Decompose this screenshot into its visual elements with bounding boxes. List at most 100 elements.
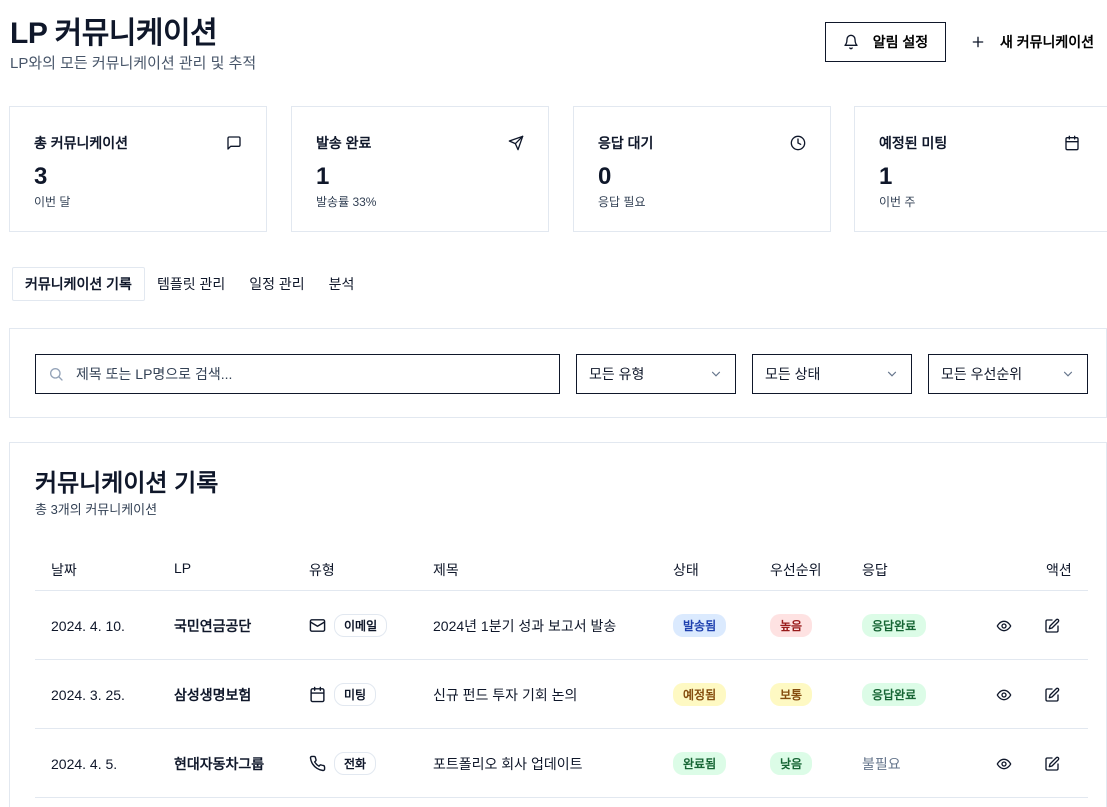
stat-sub: 이번 달 xyxy=(34,195,71,209)
status-badge: 완료됨 xyxy=(673,752,727,775)
alert-settings-label: 알림 설정 xyxy=(872,34,929,50)
edit-button[interactable] xyxy=(1044,660,1060,729)
view-button[interactable] xyxy=(996,729,1012,798)
col-title: 제목 xyxy=(433,562,459,578)
type-filter-select[interactable]: 모든 유형 xyxy=(576,354,736,394)
row-title: 포트폴리오 회사 업데이트 xyxy=(433,755,583,772)
tab-records[interactable]: 커뮤니케이션 기록 xyxy=(12,267,145,301)
row-title: 신규 펀드 투자 기회 논의 xyxy=(433,686,578,703)
stat-value: 3 xyxy=(34,163,48,190)
priority-filter-select[interactable]: 모든 우선순위 xyxy=(928,354,1088,394)
edit-icon xyxy=(1044,618,1060,634)
stat-value: 1 xyxy=(879,163,893,190)
stat-card-sent: 발송 완료 1 발송률 33% xyxy=(291,106,549,232)
chevron-down-icon xyxy=(885,367,899,381)
col-priority: 우선순위 xyxy=(770,562,822,578)
row-response-cell: 응답완료 xyxy=(862,660,927,729)
calendar-icon xyxy=(1064,135,1080,151)
col-status: 상태 xyxy=(673,562,699,578)
stat-label: 예정된 미팅 xyxy=(879,135,948,151)
page-title: LP 커뮤니케이션 xyxy=(10,17,218,50)
type-badge: 미팅 xyxy=(334,683,377,706)
table-header: 날짜 LP 유형 제목 상태 우선순위 응답 액션 xyxy=(35,547,1088,591)
row-status-cell: 발송됨 xyxy=(673,591,727,660)
tab-analytics[interactable]: 분석 xyxy=(317,267,367,301)
stat-label: 총 커뮤니케이션 xyxy=(34,135,129,151)
view-button[interactable] xyxy=(996,591,1012,660)
row-title: 2024년 1분기 성과 보고서 발송 xyxy=(433,617,617,634)
priority-badge: 높음 xyxy=(770,614,813,637)
tab-list: 커뮤니케이션 기록 템플릿 관리 일정 관리 분석 xyxy=(12,267,366,301)
row-date: 2024. 4. 10. xyxy=(51,617,125,634)
new-communication-label: 새 커뮤니케이션 xyxy=(1000,34,1095,50)
row-response: 불필요 xyxy=(862,755,901,772)
table-row: 2024. 4. 10. 국민연금공단 이메일 2024년 1분기 성과 보고서… xyxy=(35,591,1088,660)
edit-icon xyxy=(1044,756,1060,772)
page-subtitle: LP와의 모든 커뮤니케이션 관리 및 추적 xyxy=(10,55,257,72)
view-button[interactable] xyxy=(996,660,1012,729)
bell-icon xyxy=(843,34,859,50)
col-response: 응답 xyxy=(862,562,888,578)
response-badge: 응답완료 xyxy=(862,683,927,706)
status-badge: 발송됨 xyxy=(673,614,727,637)
row-lp: 국민연금공단 xyxy=(174,617,252,634)
table-row: 2024. 4. 5. 현대자동차그룹 전화 포트폴리오 회사 업데이트 완료됨… xyxy=(35,729,1088,798)
col-actions: 액션 xyxy=(1046,562,1072,578)
message-square-icon xyxy=(226,135,242,151)
alert-settings-button[interactable]: 알림 설정 xyxy=(825,22,946,62)
stat-card-meetings: 예정된 미팅 1 이번 주 xyxy=(854,106,1107,232)
stat-label: 응답 대기 xyxy=(598,135,654,151)
calendar-icon xyxy=(309,686,326,703)
row-date: 2024. 3. 25. xyxy=(51,686,125,703)
row-type: 미팅 xyxy=(309,660,377,729)
row-type: 이메일 xyxy=(309,591,388,660)
chevron-down-icon xyxy=(1061,367,1075,381)
row-status-cell: 완료됨 xyxy=(673,729,727,798)
new-communication-button[interactable]: 새 커뮤니케이션 xyxy=(962,22,1107,62)
type-badge: 전화 xyxy=(334,752,377,775)
row-type: 전화 xyxy=(309,729,377,798)
stat-value: 0 xyxy=(598,163,612,190)
col-lp: LP xyxy=(174,560,192,576)
stat-sub: 응답 필요 xyxy=(598,195,646,209)
edit-button[interactable] xyxy=(1044,729,1060,798)
stat-card-total: 총 커뮤니케이션 3 이번 달 xyxy=(9,106,267,232)
search-input[interactable] xyxy=(76,366,536,382)
stat-label: 발송 완료 xyxy=(316,135,372,151)
eye-icon xyxy=(996,756,1012,772)
eye-icon xyxy=(996,618,1012,634)
status-badge: 예정됨 xyxy=(673,683,727,706)
edit-button[interactable] xyxy=(1044,591,1060,660)
tab-schedule[interactable]: 일정 관리 xyxy=(237,267,316,301)
send-icon xyxy=(508,135,524,151)
col-date: 날짜 xyxy=(51,562,77,578)
edit-icon xyxy=(1044,687,1060,703)
stat-value: 1 xyxy=(316,163,330,190)
phone-icon xyxy=(309,755,326,772)
table-row: 2024. 3. 25. 삼성생명보험 미팅 신규 펀드 투자 기회 논의 예정… xyxy=(35,660,1088,729)
col-type: 유형 xyxy=(309,562,335,578)
row-priority-cell: 낮음 xyxy=(770,729,813,798)
eye-icon xyxy=(996,687,1012,703)
chevron-down-icon xyxy=(709,367,723,381)
search-icon xyxy=(48,366,64,382)
row-date: 2024. 4. 5. xyxy=(51,755,118,772)
priority-badge: 보통 xyxy=(770,683,813,706)
row-response-cell: 응답완료 xyxy=(862,591,927,660)
filter-panel: 모든 유형 모든 상태 모든 우선순위 xyxy=(9,328,1107,418)
status-filter-value: 모든 상태 xyxy=(765,366,821,382)
row-status-cell: 예정됨 xyxy=(673,660,727,729)
stat-sub: 발송률 33% xyxy=(316,195,377,209)
stat-card-pending: 응답 대기 0 응답 필요 xyxy=(573,106,831,232)
records-count: 총 3개의 커뮤니케이션 xyxy=(35,502,158,517)
search-box xyxy=(35,354,560,394)
tab-templates[interactable]: 템플릿 관리 xyxy=(145,267,237,301)
row-priority-cell: 높음 xyxy=(770,591,813,660)
row-lp: 삼성생명보험 xyxy=(174,686,252,703)
records-panel: 커뮤니케이션 기록 총 3개의 커뮤니케이션 날짜 LP 유형 제목 상태 우선… xyxy=(9,442,1107,807)
status-filter-select[interactable]: 모든 상태 xyxy=(752,354,912,394)
type-filter-value: 모든 유형 xyxy=(589,366,645,382)
mail-icon xyxy=(309,617,326,634)
priority-badge: 낮음 xyxy=(770,752,813,775)
plus-icon xyxy=(970,34,986,50)
